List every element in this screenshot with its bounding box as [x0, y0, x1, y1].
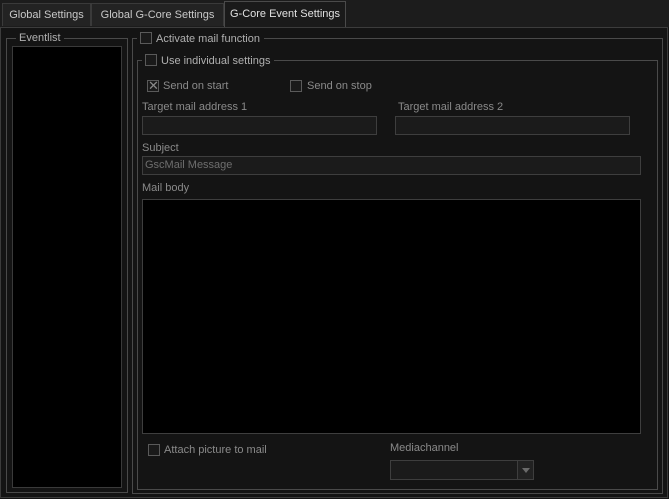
mediachannel-combobox[interactable] — [390, 460, 534, 480]
tab-label: Global G-Core Settings — [100, 9, 215, 21]
send-on-stop-checkbox[interactable] — [290, 80, 302, 92]
target-mail-1-input[interactable] — [142, 116, 377, 135]
eventlist-legend: Eventlist — [16, 32, 64, 45]
tab-global-settings[interactable]: Global Settings — [2, 3, 91, 26]
mediachannel-dropdown-button[interactable] — [517, 461, 533, 479]
activate-mail-legend: Activate mail function — [137, 32, 264, 46]
activate-mail-checkbox[interactable] — [140, 32, 152, 44]
subject-label: Subject — [142, 142, 179, 154]
target-mail-1-label: Target mail address 1 — [142, 101, 248, 113]
tab-bar: Global Settings Global G-Core Settings G… — [0, 0, 669, 28]
individual-settings-legend: Use individual settings — [142, 54, 275, 68]
tab-label: Global Settings — [9, 9, 84, 21]
tab-gcore-event-settings[interactable]: G-Core Event Settings — [224, 1, 346, 28]
eventlist-listbox[interactable] — [12, 46, 122, 488]
individual-settings-label: Use individual settings — [161, 55, 271, 67]
send-on-stop-label: Send on stop — [307, 80, 372, 92]
target-mail-2-input[interactable] — [395, 116, 630, 135]
individual-settings-group: Use individual settings ✕ Send on start … — [137, 54, 658, 490]
activate-mail-label: Activate mail function — [156, 33, 260, 45]
chevron-down-icon — [522, 468, 530, 473]
target-mail-2-label: Target mail address 2 — [398, 101, 504, 113]
check-x-icon: ✕ — [148, 78, 159, 93]
mediachannel-label: Mediachannel — [390, 442, 459, 454]
attach-picture-label: Attach picture to mail — [164, 444, 267, 456]
send-on-start-checkbox[interactable]: ✕ — [147, 78, 159, 93]
mail-body-textarea[interactable] — [142, 199, 641, 434]
tab-label: G-Core Event Settings — [229, 8, 341, 20]
subject-input[interactable]: GscMail Message — [142, 156, 641, 175]
mail-body-label: Mail body — [142, 182, 190, 194]
mail-function-group: Activate mail function Use individual se… — [132, 32, 663, 494]
individual-settings-checkbox[interactable] — [145, 54, 157, 66]
eventlist-group: Eventlist — [6, 32, 128, 493]
tab-global-gcore-settings[interactable]: Global G-Core Settings — [91, 3, 224, 26]
tab-content-panel: Eventlist Activate mail function Use ind… — [0, 27, 668, 498]
send-on-start-label: Send on start — [163, 80, 229, 92]
attach-picture-checkbox[interactable] — [148, 444, 160, 456]
